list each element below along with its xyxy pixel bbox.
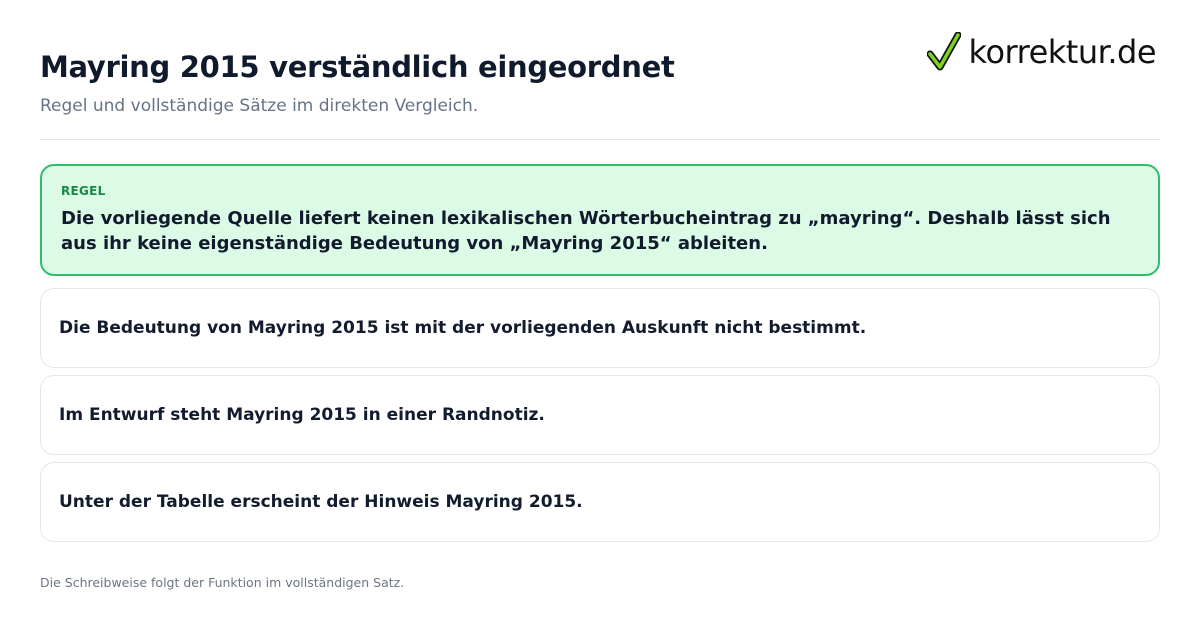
- brand-logo[interactable]: korrektur.de: [926, 30, 1157, 74]
- example-sentence-card: Unter der Tabelle erscheint der Hinweis …: [40, 462, 1160, 542]
- example-sentence-card: Im Entwurf steht Mayring 2015 in einer R…: [40, 375, 1160, 455]
- example-sentence: Die Bedeutung von Mayring 2015 ist mit d…: [59, 318, 867, 338]
- page-header: Mayring 2015 verständlich eingeordnet Re…: [40, 0, 1160, 140]
- checkmark-icon: [926, 32, 961, 71]
- page-subtitle: Regel und vollständige Sätze im direkten…: [40, 96, 479, 116]
- rule-text: Die vorliegende Quelle liefert keinen le…: [61, 208, 1111, 254]
- rule-label: REGEL: [61, 184, 106, 198]
- example-sentence: Unter der Tabelle erscheint der Hinweis …: [59, 492, 583, 512]
- page-title: Mayring 2015 verständlich eingeordnet: [40, 50, 675, 84]
- rule-card: REGEL Die vorliegende Quelle liefert kei…: [40, 164, 1160, 276]
- footer-note: Die Schreibweise folgt der Funktion im v…: [40, 575, 405, 590]
- example-sentence-card: Die Bedeutung von Mayring 2015 ist mit d…: [40, 288, 1160, 368]
- brand-name: korrektur.de: [968, 33, 1157, 71]
- example-sentence: Im Entwurf steht Mayring 2015 in einer R…: [59, 405, 545, 425]
